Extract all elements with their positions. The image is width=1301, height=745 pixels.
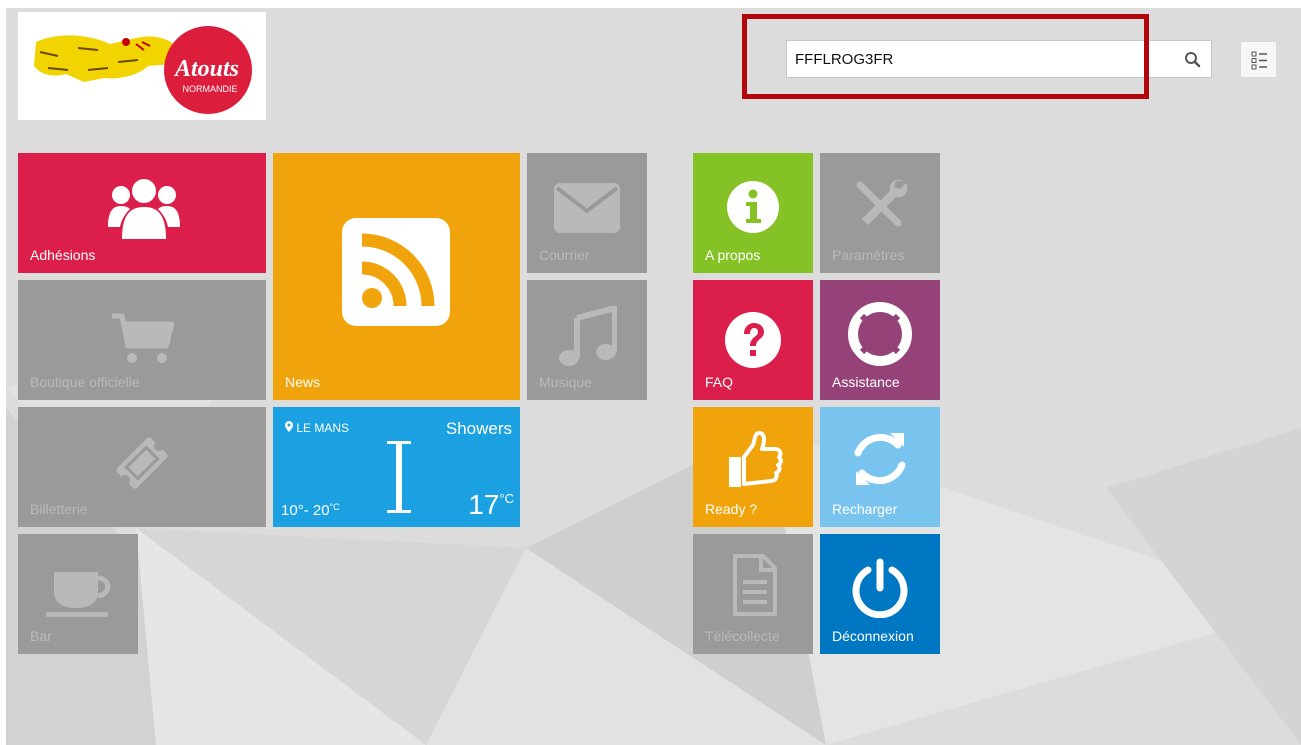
document-icon (733, 554, 777, 616)
thumbs-up-icon (729, 431, 783, 487)
start-screen: Atouts NORMANDIE FFFLROG3FR Adhésions Ne… (6, 8, 1301, 745)
tile-ready[interactable]: Ready ? (693, 407, 813, 527)
weather-range-low: 10 (281, 502, 298, 519)
power-icon (852, 558, 908, 618)
tile-label-assistance: Assistance (832, 374, 900, 390)
search-highlight-frame (742, 14, 1149, 99)
tile-musique[interactable]: Musique (527, 280, 647, 400)
tile-bar[interactable]: Bar (18, 534, 138, 654)
weather-condition: Showers (445, 419, 512, 438)
tools-icon (856, 179, 908, 227)
tile-telecollecte[interactable]: Télécollecte (693, 534, 813, 654)
weather-range: 10°- 20°C (281, 502, 340, 519)
tile-billetterie[interactable]: Billetterie (18, 407, 266, 527)
tile-courrier[interactable]: Courrier (527, 153, 647, 273)
logo-graphic: Atouts NORMANDIE (34, 26, 252, 114)
tile-faq[interactable]: FAQ (693, 280, 813, 400)
weather-range-unit: °C (329, 502, 340, 512)
tile-label-bar: Bar (30, 628, 52, 644)
showers-icon (387, 441, 411, 513)
tile-label-boutique: Boutique officielle (30, 374, 140, 390)
tile-weather[interactable]: LE MANS Showers 10°- 20°C 17°C (273, 407, 520, 527)
tile-label-deconnexion: Déconnexion (832, 628, 914, 644)
tile-label-billetterie: Billetterie (30, 501, 88, 517)
tile-label-musique: Musique (539, 374, 592, 390)
tile-assistance[interactable]: Assistance (820, 280, 940, 400)
info-icon (727, 181, 779, 233)
weather-range-high: 20 (312, 502, 330, 519)
list-icon (1251, 51, 1267, 70)
envelope-icon (554, 183, 620, 233)
refresh-icon (854, 433, 906, 485)
weather-temperature: 17°C (468, 489, 514, 521)
tile-label-telecollecte: Télécollecte (705, 628, 780, 644)
logo-subtitle: NORMANDIE (182, 84, 237, 94)
tile-boutique[interactable]: Boutique officielle (18, 280, 266, 400)
ticket-icon (116, 437, 168, 489)
list-view-button[interactable] (1240, 41, 1277, 78)
atouts-normandie-logo: Atouts NORMANDIE (18, 12, 266, 120)
tile-label-ready: Ready ? (705, 501, 758, 517)
tile-apropos[interactable]: A propos (693, 153, 813, 273)
music-icon (559, 306, 617, 366)
rss-icon (342, 218, 450, 326)
lifebuoy-icon (848, 302, 912, 366)
question-icon (725, 312, 781, 368)
tile-label-recharger: Recharger (832, 501, 898, 517)
logo-brand: Atouts (173, 56, 239, 82)
location-pin-icon (285, 421, 293, 432)
coffee-cup-icon (46, 572, 111, 617)
tile-news[interactable]: News (273, 153, 520, 400)
users-icon (108, 179, 180, 239)
tile-label-adhesions: Adhésions (30, 247, 96, 263)
weather-temp-unit: °C (499, 491, 514, 506)
weather-temp-value: 17 (468, 489, 500, 520)
cart-icon (112, 313, 174, 363)
weather-location-text: LE MANS (296, 421, 350, 435)
search-icon[interactable] (1183, 50, 1203, 70)
tile-label-news: News (285, 374, 321, 390)
tile-adhesions[interactable]: Adhésions (18, 153, 266, 273)
tile-parametres[interactable]: Paramètres (820, 153, 940, 273)
tile-label-courrier: Courrier (539, 247, 590, 263)
tile-label-faq: FAQ (705, 374, 734, 390)
tile-deconnexion[interactable]: Déconnexion (820, 534, 940, 654)
tile-label-apropos: A propos (705, 247, 761, 263)
tile-label-parametres: Paramètres (832, 247, 905, 263)
weather-location: LE MANS (285, 421, 349, 435)
tile-recharger[interactable]: Recharger (820, 407, 940, 527)
